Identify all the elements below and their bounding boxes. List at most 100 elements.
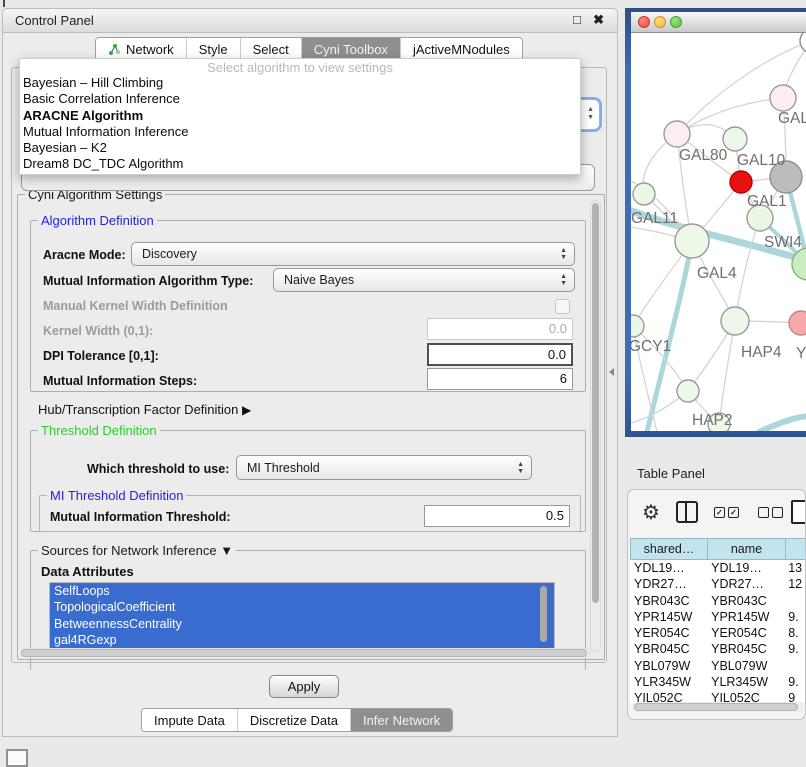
dropdown-item[interactable]: Bayesian – Hill Climbing	[20, 75, 580, 91]
checked-box-icon: ✓	[714, 507, 725, 518]
tab-style[interactable]: Style	[186, 38, 240, 60]
aracne-mode-combobox[interactable]: Discovery ▲▼	[131, 242, 575, 266]
network-window-titlebar[interactable]	[631, 12, 806, 33]
tab-network[interactable]: Network	[96, 38, 186, 60]
tab-infer-network[interactable]: Infer Network	[350, 709, 452, 731]
restore-panel-icon[interactable]	[6, 749, 28, 767]
dpi-tolerance-field[interactable]: 0.0	[427, 343, 573, 366]
network-node[interactable]	[675, 224, 709, 258]
table-cell: YIL052C	[707, 690, 784, 702]
sources-title-text: Sources for Network Inference	[41, 543, 217, 558]
table-row[interactable]: YBL079WYBL079W	[630, 658, 805, 674]
select-all-columns-icon[interactable]: ✓ ✓	[714, 507, 742, 518]
attr-list-scrollbar[interactable]	[539, 584, 549, 647]
mi-threshold-group-title: MI Threshold Definition	[47, 488, 186, 503]
hub-definition-expander[interactable]: Hub/Transcription Factor Definition ▶	[38, 402, 251, 417]
scrollbar-thumb[interactable]	[21, 649, 587, 657]
table-horizontal-scrollbar[interactable]	[632, 702, 804, 712]
network-node[interactable]	[770, 85, 796, 111]
scrollbar-thumb[interactable]	[634, 703, 798, 711]
network-canvas[interactable]: GALGAL80GAL10GAL1GAL11SWI4GAL4GCY1HAP4YH…	[631, 33, 806, 431]
network-node[interactable]	[631, 315, 644, 337]
table-cell: YDR27…	[630, 576, 707, 592]
bottom-tabstrip: Impute DataDiscretize DataInfer Network	[141, 708, 453, 732]
zoom-traffic-light-icon[interactable]	[670, 16, 682, 28]
network-edge[interactable]	[719, 321, 735, 424]
table-cell: YBR045C	[707, 641, 784, 657]
table-row[interactable]: YDR27…YDR27…12	[630, 576, 805, 592]
network-node[interactable]	[633, 183, 655, 205]
dropdown-item[interactable]: Dream8 DC_TDC Algorithm	[20, 156, 580, 172]
table-column-header[interactable]: name	[708, 538, 786, 560]
table-cell: YIL052C	[630, 690, 707, 702]
table-row[interactable]: YER054CYER054C8.	[630, 625, 805, 641]
sources-group-title: Sources for Network Inference ▼	[38, 543, 236, 558]
tab-select[interactable]: Select	[240, 38, 301, 60]
network-node[interactable]	[800, 33, 806, 53]
columns-icon[interactable]	[676, 501, 698, 523]
scrollbar-thumb[interactable]	[592, 203, 599, 603]
list-item[interactable]: TopologicalCoefficient	[50, 599, 554, 615]
control-panel-titlebar[interactable]: Control Panel □ ✖	[3, 9, 617, 33]
network-tab-icon	[108, 43, 121, 56]
float-window-icon[interactable]: □	[573, 12, 581, 27]
dropdown-item[interactable]: Mutual Information Inference	[20, 124, 580, 140]
table-body: YDL19…YDL19…13YDR27…YDR27…12YBR043CYBR04…	[630, 560, 805, 702]
scrollbar-thumb[interactable]	[540, 586, 547, 642]
dropdown-item[interactable]: Basic Correlation Inference	[20, 91, 580, 107]
list-item[interactable]: gal4RGexp	[50, 632, 554, 648]
network-node[interactable]	[789, 311, 806, 335]
which-threshold-combobox[interactable]: MI Threshold ▲▼	[236, 455, 532, 480]
apply-button[interactable]: Apply	[269, 675, 339, 698]
chevron-down-icon[interactable]: ▼	[220, 543, 233, 558]
data-attributes-label: Data Attributes	[41, 564, 134, 579]
list-item[interactable]: BetweennessCentrality	[50, 616, 554, 632]
dropdown-item[interactable]: ARACNE Algorithm	[20, 108, 580, 124]
network-canvas-svg[interactable]: GALGAL80GAL10GAL1GAL11SWI4GAL4GCY1HAP4YH…	[631, 33, 806, 431]
network-node[interactable]	[664, 121, 690, 147]
mi-threshold-field[interactable]: 0.5	[424, 505, 570, 527]
table-column-header[interactable]	[786, 538, 806, 560]
table-row[interactable]: YBR045CYBR045C9.	[630, 641, 805, 657]
network-edge[interactable]	[759, 416, 806, 431]
mi-type-value: Naive Bayes	[284, 273, 354, 287]
list-item[interactable]: SelfLoops	[50, 583, 554, 599]
dpi-tolerance-label: DPI Tolerance [0,1]:	[43, 349, 159, 363]
mi-steps-field[interactable]: 6	[427, 368, 573, 390]
close-traffic-light-icon[interactable]	[638, 16, 650, 28]
network-node[interactable]	[677, 380, 699, 402]
kernel-width-field[interactable]: 0.0	[427, 318, 573, 340]
algorithm-definition-title: Algorithm Definition	[38, 213, 157, 228]
network-edge[interactable]	[735, 218, 760, 321]
divider-collapse-icon[interactable]	[609, 368, 614, 376]
spinner-icon: ▲▼	[517, 461, 531, 475]
network-edge[interactable]	[647, 241, 692, 431]
tab-jactivemnodules[interactable]: jActiveMNodules	[400, 38, 522, 60]
close-window-icon[interactable]: ✖	[593, 12, 604, 28]
network-node[interactable]	[721, 307, 749, 335]
settings-vertical-scrollbar[interactable]	[590, 200, 601, 652]
network-node-label: HAP4	[741, 344, 782, 361]
table-cell: 13	[784, 560, 805, 576]
minimize-traffic-light-icon[interactable]	[654, 16, 666, 28]
network-node[interactable]	[730, 171, 752, 193]
table-row[interactable]: YLR345WYLR345W9.	[630, 674, 805, 690]
table-cell: 12	[784, 576, 805, 592]
table-row[interactable]: YDL19…YDL19…13	[630, 560, 805, 576]
tab-impute-data[interactable]: Impute Data	[142, 709, 237, 731]
network-node-label: GCY1	[631, 338, 671, 355]
table-column-header[interactable]: shared…	[630, 538, 708, 560]
tab-cyni-toolbox[interactable]: Cyni Toolbox	[301, 38, 400, 60]
table-row[interactable]: YIL052CYIL052C9	[630, 690, 805, 702]
deselect-all-columns-icon[interactable]	[758, 507, 786, 518]
tab-discretize-data[interactable]: Discretize Data	[237, 709, 350, 731]
new-table-icon[interactable]	[791, 500, 806, 524]
which-threshold-value: MI Threshold	[247, 461, 320, 475]
table-row[interactable]: YPR145WYPR145W9.	[630, 609, 805, 625]
dropdown-item[interactable]: Bayesian – K2	[20, 140, 580, 156]
gear-icon[interactable]: ⚙	[642, 500, 660, 525]
table-row[interactable]: YBR043CYBR043C	[630, 593, 805, 609]
mi-algorithm-type-combobox[interactable]: Naive Bayes ▲▼	[273, 268, 575, 292]
manual-kernel-checkbox[interactable]	[555, 299, 570, 314]
settings-horizontal-scrollbar[interactable]	[20, 648, 592, 658]
